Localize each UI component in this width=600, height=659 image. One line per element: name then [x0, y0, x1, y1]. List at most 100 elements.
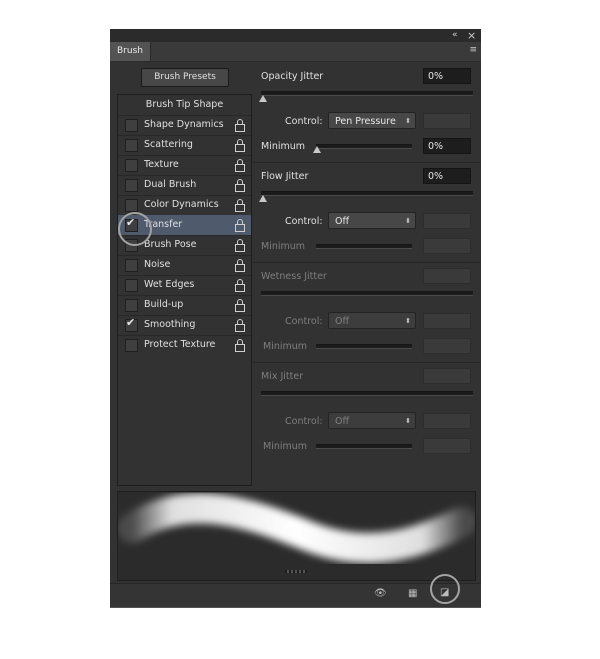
checkbox[interactable] [125, 179, 138, 192]
divider [253, 262, 481, 263]
opacity-minimum-label: Minimum [261, 141, 306, 152]
grid-panel-icon[interactable]: ▦ [408, 588, 417, 599]
wetness-minimum-label: Minimum [263, 341, 308, 352]
wetness-minimum-field [423, 338, 471, 354]
list-item[interactable]: Build-up [118, 295, 251, 316]
lock-icon[interactable] [235, 219, 245, 232]
brush-stroke-graphic [118, 493, 475, 563]
checkbox[interactable] [125, 339, 138, 352]
mix-minimum-slider [316, 444, 412, 449]
close-icon[interactable]: × [467, 29, 476, 42]
flow-jitter-label: Flow Jitter [261, 171, 309, 182]
opacity-jitter-slider-thumb[interactable] [259, 95, 267, 102]
lock-icon[interactable] [235, 119, 245, 132]
opacity-control-field [423, 113, 471, 129]
list-item[interactable]: Protect Texture [118, 335, 251, 355]
list-item[interactable]: Wet Edges [118, 275, 251, 296]
opacity-minimum-field[interactable]: 0% [423, 138, 471, 154]
list-item[interactable]: Shape Dynamics [118, 115, 251, 136]
list-item-brush-tip-shape[interactable]: Brush Tip Shape [118, 95, 251, 116]
checkbox[interactable] [125, 299, 138, 312]
flow-control-field [423, 213, 471, 229]
opacity-jitter-field[interactable]: 0% [423, 68, 471, 84]
wetness-jitter-field [423, 268, 471, 284]
mix-jitter-field [423, 368, 471, 384]
mix-jitter-label: Mix Jitter [261, 371, 304, 382]
checkbox[interactable] [125, 199, 138, 212]
resize-grip[interactable] [285, 570, 307, 573]
panel-body: Brush Presets Brush Tip Shape Shape Dyna… [110, 62, 481, 607]
list-item-label: Scattering [144, 139, 193, 150]
flow-control-select[interactable]: Off ⬍ [328, 212, 416, 229]
divider [253, 362, 481, 363]
list-item-label: Shape Dynamics [144, 119, 224, 130]
select-arrows-icon: ⬍ [405, 117, 411, 125]
lock-icon[interactable] [235, 259, 245, 272]
tab-brush[interactable]: Brush [110, 42, 151, 61]
lock-icon[interactable] [235, 279, 245, 292]
checkbox[interactable] [125, 159, 138, 172]
wetness-control-label: Control: [285, 316, 323, 327]
wetness-jitter-label: Wetness Jitter [261, 271, 327, 282]
panel-footer: 👁︎ ▦ ◪ [110, 583, 481, 607]
tab-row: Brush ≡ [110, 42, 481, 62]
checkbox-checked[interactable]: ✔ [125, 316, 138, 332]
mix-control-label: Control: [285, 416, 323, 427]
flow-jitter-slider-thumb[interactable] [259, 195, 267, 202]
list-item-label: Noise [144, 259, 171, 270]
select-arrows-icon: ⬍ [405, 417, 411, 425]
wetness-control-field [423, 313, 471, 329]
list-item-label: Color Dynamics [144, 199, 219, 210]
highlight-circle [430, 574, 460, 604]
checkbox[interactable] [125, 139, 138, 152]
brush-settings-list: Brush Tip Shape Shape Dynamics Scatterin… [117, 94, 252, 486]
list-item-label: Build-up [144, 299, 184, 310]
checkbox[interactable] [125, 279, 138, 292]
lock-icon[interactable] [235, 139, 245, 152]
checkmark-icon: ✔ [126, 316, 136, 329]
highlight-circle [118, 212, 152, 246]
panel-menu-icon[interactable]: ≡ [469, 45, 477, 55]
divider [253, 162, 481, 163]
lock-icon[interactable] [235, 179, 245, 192]
brush-presets-button[interactable]: Brush Presets [141, 68, 229, 87]
list-item-label: Protect Texture [144, 339, 216, 350]
list-item-label: Smoothing [144, 319, 196, 330]
mix-control-field [423, 413, 471, 429]
lock-icon[interactable] [235, 199, 245, 212]
list-item[interactable]: Texture [118, 155, 251, 176]
wetness-jitter-slider [261, 291, 473, 296]
flow-jitter-field[interactable]: 0% [423, 168, 471, 184]
select-value: Off [335, 216, 350, 227]
lock-icon[interactable] [235, 159, 245, 172]
list-item[interactable]: ✔ Smoothing [118, 315, 251, 336]
lock-icon[interactable] [235, 339, 245, 352]
list-item[interactable]: Scattering [118, 135, 251, 156]
checkbox[interactable] [125, 119, 138, 132]
lock-icon[interactable] [235, 299, 245, 312]
opacity-minimum-slider[interactable] [316, 144, 412, 149]
list-item[interactable]: Noise [118, 255, 251, 276]
flow-minimum-field [423, 238, 471, 254]
flow-control-label: Control: [285, 216, 323, 227]
select-arrows-icon: ⬍ [405, 217, 411, 225]
mix-jitter-slider [261, 391, 473, 396]
lock-icon[interactable] [235, 319, 245, 332]
brush-stroke-preview [117, 491, 476, 581]
flow-minimum-label: Minimum [261, 241, 306, 252]
eye-brush-icon[interactable]: 👁︎ [374, 588, 387, 599]
checkbox[interactable] [125, 259, 138, 272]
collapse-icon[interactable]: « [452, 29, 458, 42]
panel-titlebar: « × [110, 29, 481, 42]
opacity-jitter-label: Opacity Jitter [261, 71, 324, 82]
select-value: Off [335, 416, 350, 427]
mix-minimum-label: Minimum [263, 441, 308, 452]
lock-icon[interactable] [235, 239, 245, 252]
opacity-minimum-slider-thumb[interactable] [313, 146, 321, 153]
list-item[interactable]: Dual Brush [118, 175, 251, 196]
flow-jitter-slider[interactable] [261, 191, 473, 196]
select-arrows-icon: ⬍ [405, 317, 411, 325]
opacity-control-select[interactable]: Pen Pressure ⬍ [328, 112, 416, 129]
opacity-jitter-slider[interactable] [261, 91, 473, 96]
mix-minimum-field [423, 438, 471, 454]
